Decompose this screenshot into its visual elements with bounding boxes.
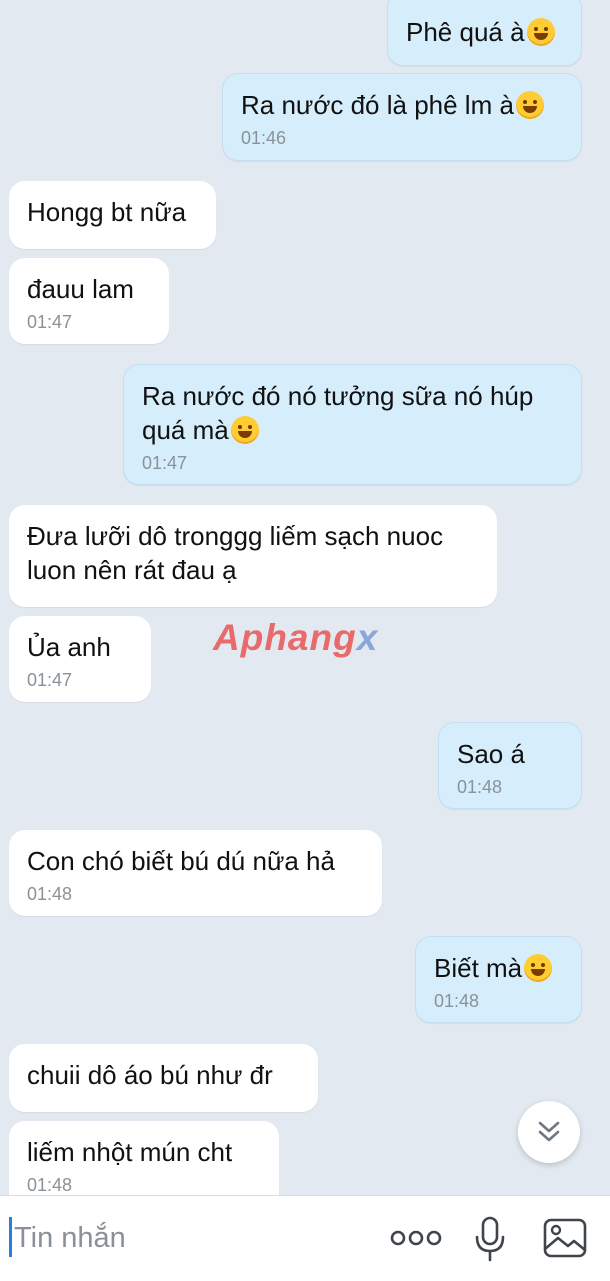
chevron-double-down-icon bbox=[538, 1121, 560, 1142]
microphone-icon[interactable] bbox=[472, 1215, 508, 1265]
message-time: 01:46 bbox=[241, 128, 287, 148]
message-text: Phê quá à bbox=[406, 15, 563, 49]
message-bubble-sent[interactable]: Ra nước đó nó tưởng sữa nó húp quá mà 01… bbox=[123, 364, 582, 485]
message-text: Biết mà bbox=[434, 951, 563, 985]
laughing-emoji-icon bbox=[515, 91, 544, 119]
drooling-emoji-icon bbox=[230, 416, 259, 444]
message-text: Con chó biết bú dú nữa hả bbox=[27, 846, 335, 876]
watermark-logo: Aphangx bbox=[213, 617, 379, 658]
message-bubble-received[interactable]: Đưa lưỡi dô tronggg liếm sạch nuoc luon … bbox=[9, 505, 497, 607]
laughing-emoji-icon bbox=[524, 954, 553, 982]
message-bubble-sent[interactable]: Sao á 01:48 bbox=[438, 722, 582, 809]
message-bubble-received[interactable]: liếm nhột mún cht 01:48 bbox=[9, 1121, 279, 1195]
laughing-emoji-icon bbox=[526, 18, 555, 46]
message-text: chuii dô áo bú như đr bbox=[27, 1060, 273, 1090]
message-bubble-received[interactable]: đauu lam 01:47 bbox=[9, 258, 169, 344]
message-text: liếm nhột mún cht bbox=[27, 1137, 233, 1167]
message-input[interactable]: Tin nhắn bbox=[14, 1220, 126, 1256]
message-bubble-received[interactable]: Ủa anh 01:47 bbox=[9, 616, 151, 702]
message-time: 01:48 bbox=[434, 991, 480, 1011]
scroll-to-bottom-button[interactable] bbox=[518, 1101, 580, 1163]
message-time: 01:48 bbox=[27, 884, 73, 904]
message-text: Hongg bt nữa bbox=[27, 197, 187, 227]
message-text: Ra nước đó là phê lm à bbox=[241, 88, 563, 122]
image-icon[interactable] bbox=[542, 1217, 588, 1259]
message-text: Sao á bbox=[457, 739, 525, 769]
message-list[interactable]: Phê quá à Ra nước đó là phê lm à 01:46 H… bbox=[0, 0, 610, 1195]
message-bubble-sent[interactable]: Biết mà 01:48 bbox=[415, 936, 582, 1023]
message-bubble-received[interactable]: Con chó biết bú dú nữa hả 01:48 bbox=[9, 830, 382, 916]
message-bubble-received[interactable]: chuii dô áo bú như đr bbox=[9, 1044, 318, 1112]
message-text: Ủa anh bbox=[27, 632, 111, 662]
message-time: 01:47 bbox=[27, 312, 73, 332]
message-bubble-sent[interactable]: Phê quá à bbox=[387, 0, 582, 66]
message-text: Ra nước đó nó tưởng sữa nó húp quá mà bbox=[142, 381, 534, 445]
message-time: 01:47 bbox=[142, 453, 188, 473]
message-bubble-sent[interactable]: Ra nước đó là phê lm à 01:46 bbox=[222, 73, 582, 161]
message-time: 01:48 bbox=[457, 777, 503, 797]
message-text: đauu lam bbox=[27, 274, 134, 304]
more-dots-icon[interactable] bbox=[390, 1225, 442, 1251]
message-bubble-received[interactable]: Hongg bt nữa bbox=[9, 181, 216, 249]
message-time: 01:48 bbox=[27, 1175, 73, 1195]
text-cursor bbox=[9, 1217, 12, 1257]
message-time: 01:47 bbox=[27, 670, 73, 690]
message-text: Đưa lưỡi dô tronggg liếm sạch nuoc luon … bbox=[27, 521, 444, 585]
